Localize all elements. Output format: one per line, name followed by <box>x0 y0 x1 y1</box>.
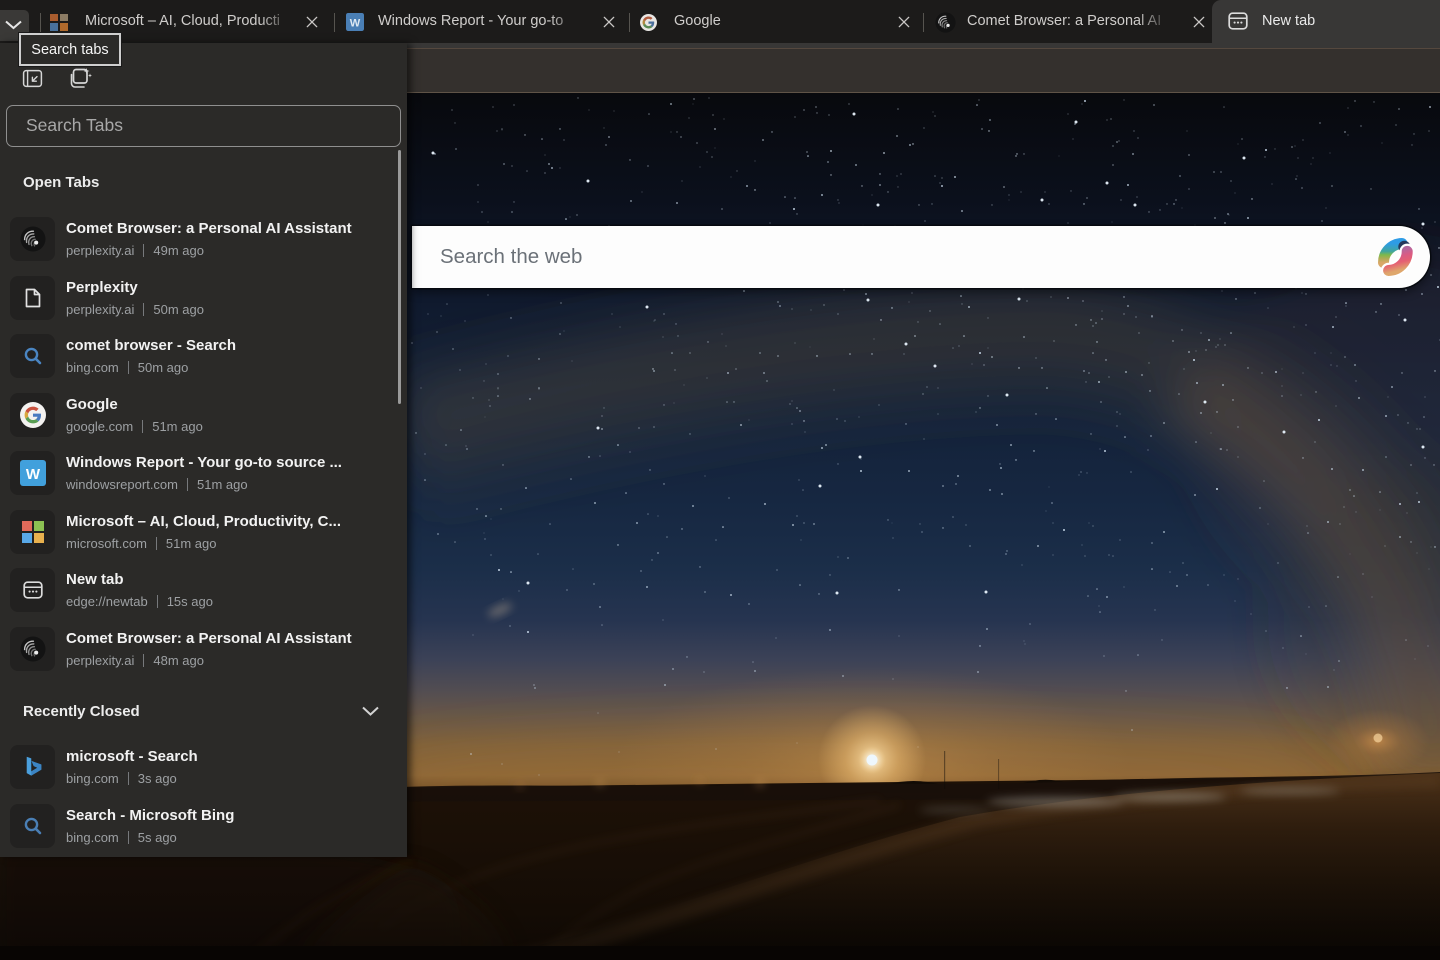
svg-text:W: W <box>25 466 40 483</box>
